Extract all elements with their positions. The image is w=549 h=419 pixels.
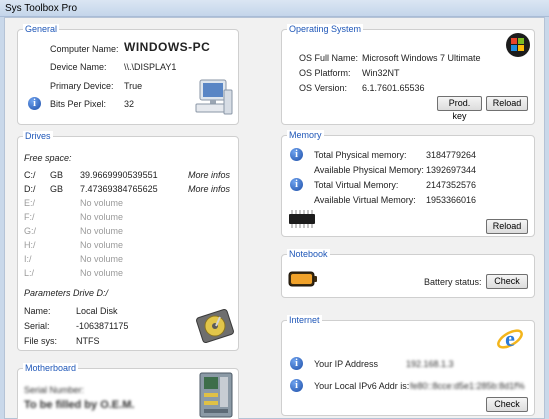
device-name-label: Device Name: [50,62,107,72]
windows-logo-icon [506,33,530,57]
motherboard-serial-label: Serial Number: [24,385,85,395]
ip-address-value: 192.168.1.3 [406,359,454,369]
info-icon: i [290,357,303,370]
drive-free-space-value: No volume [80,226,124,236]
parameters-drive-label: Parameters Drive D:/ [24,288,109,298]
drive-letter: E:/ [24,198,36,208]
drive-letter: L:/ [24,268,35,278]
drives-title: Drives [23,131,53,142]
computer-icon [195,79,233,115]
general-group: General Computer Name: WINDOWS-PC Device… [17,24,239,125]
available-virtual-memory-label: Available Virtual Memory: [314,195,416,205]
total-virtual-memory-value: 2147352576 [426,180,477,190]
window-title: Sys Toolbox Pro [5,3,78,14]
drive-free-space-value: No volume [80,212,124,222]
drive-unit: GB [50,170,64,180]
os-platform-value: Win32NT [362,68,400,78]
memory-reload-button[interactable]: Reload [486,219,528,234]
motherboard-title: Motherboard [23,363,79,374]
drive-free-space-value: 39.9669990539551 [80,170,158,180]
drive-free-space-value: No volume [80,240,124,250]
os-full-name-value: Microsoft Windows 7 Ultimate [362,53,481,63]
drive-letter: H:/ [24,240,36,250]
general-title: General [23,24,60,35]
drive-free-space-value: 7.47369384765625 [80,184,158,194]
drive-filesys-value: NTFS [76,336,100,346]
free-space-label: Free space: [24,153,72,163]
drive-free-space-value: No volume [80,268,124,278]
primary-device-value: True [124,81,143,91]
ip-address-label: Your IP Address [314,359,379,369]
info-icon: i [290,178,303,191]
bits-per-pixel-label: Bits Per Pixel: [50,99,107,109]
battery-status-label: Battery status: [424,277,482,287]
drive-free-space-value: No volume [80,254,124,264]
motherboard-serial-value: To be filled by O.E.M. [24,399,135,411]
drive-serial-label: Serial: [24,321,50,331]
total-physical-memory-label: Total Physical memory: [314,150,407,160]
computer-name-value: WINDOWS-PC [124,40,211,54]
memory-title: Memory [287,130,324,141]
internet-explorer-icon: e [497,326,523,351]
svg-text:e: e [505,326,515,351]
title-bar: Sys Toolbox Pro [0,0,549,17]
bits-per-pixel-value: 32 [124,99,135,109]
internet-check-button[interactable]: Check [486,397,528,412]
drive-filesys-label: File sys: [24,336,58,346]
os-full-name-label: OS Full Name: [299,53,359,63]
internet-title: Internet [287,315,322,326]
main-panel: General Computer Name: WINDOWS-PC Device… [4,17,545,419]
os-title: Operating System [287,24,364,35]
drive-serial-value: -1063871175 [76,321,129,331]
drive-letter: D:/ [24,184,36,194]
prod-key-button[interactable]: Prod. key [437,96,482,121]
drive-free-space-value: No volume [80,198,124,208]
ipv6-address-label: Your Local IPv6 Addr is: [314,381,410,391]
os-version-label: OS Version: [299,83,348,93]
available-virtual-memory-value: 1953366016 [426,195,477,205]
total-virtual-memory-label: Total Virtual Memory: [314,180,399,190]
available-physical-memory-value: 1392697344 [426,165,477,175]
drive-name-value: Local Disk [76,306,118,316]
motherboard-group: Motherboard Serial Number: To be filled … [17,363,239,419]
drive-letter: F:/ [24,212,35,222]
drive-name-label: Name: [24,306,51,316]
battery-icon [288,271,317,287]
info-icon: i [290,148,303,161]
drive-unit: GB [50,184,64,194]
notebook-title: Notebook [287,249,330,260]
os-version-value: 6.1.7601.65536 [362,83,425,93]
drive-more-infos-link[interactable]: More infos [188,170,230,181]
available-physical-memory-label: Available Physical Memory: [314,165,424,175]
memory-group: Memory i Total Physical memory: 31847792… [281,130,535,237]
drives-group: Drives Free space: C:/ GB 39.9669990539551… [17,131,239,351]
battery-check-button[interactable]: Check [486,274,528,289]
info-icon: i [290,379,303,392]
motherboard-icon [199,372,233,418]
primary-device-label: Primary Device: [50,81,114,91]
computer-name-label: Computer Name: [50,44,119,54]
os-group: Operating System OS Full Name: Microsoft… [281,24,535,125]
ipv6-address-value: fe80::8cce:d5e1:285b:8d1f% [410,381,525,391]
total-physical-memory-value: 3184779264 [426,150,477,160]
info-icon: i [28,97,41,110]
memory-chip-icon [289,210,315,228]
drive-more-infos-link[interactable]: More infos [188,184,230,195]
os-reload-button[interactable]: Reload [486,96,528,111]
drive-letter: I:/ [24,254,32,264]
os-platform-label: OS Platform: [299,68,351,78]
drive-letter: C:/ [24,170,36,180]
device-name-value: \\.\DISPLAY1 [124,62,177,72]
internet-group: Internet e i Your IP Address 192.168.1.3… [281,315,535,416]
hard-disk-icon [196,308,234,343]
notebook-group: Notebook Battery status: Check [281,249,535,298]
drive-letter: G:/ [24,226,37,236]
